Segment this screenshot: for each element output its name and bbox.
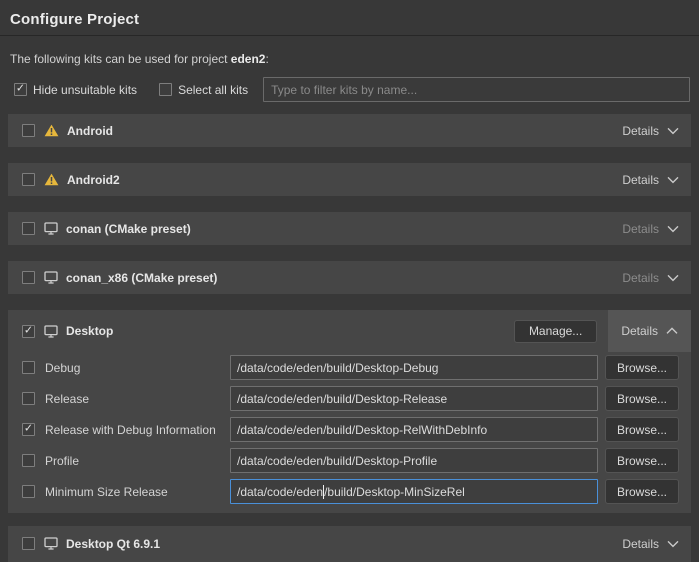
chevron-down-icon — [667, 127, 679, 135]
kit-checkbox[interactable]: ✓ — [22, 537, 35, 550]
kit-filter-input[interactable] — [263, 77, 690, 102]
checkmark-icon: ✓ — [16, 84, 25, 95]
details-toggle[interactable]: Details — [622, 124, 679, 138]
checkbox-icon[interactable]: ✓ — [159, 83, 172, 96]
config-row-minsizerel: ✓ Minimum Size Release /data/code/eden/b… — [8, 476, 691, 507]
details-toggle[interactable]: Details — [622, 271, 679, 285]
details-toggle[interactable]: Details — [608, 310, 691, 352]
config-checkbox[interactable]: ✓ — [22, 485, 35, 498]
kit-row-desktop: ✓ Desktop Manage... Details ✓ Debug Brow… — [8, 310, 691, 513]
browse-button[interactable]: Browse... — [605, 479, 679, 504]
kit-name: Android2 — [67, 173, 120, 187]
kit-checkbox[interactable]: ✓ — [22, 124, 35, 137]
chevron-down-icon — [667, 225, 679, 233]
warning-triangle-icon — [44, 124, 59, 137]
relwithdebinfo-path-input[interactable] — [230, 417, 598, 442]
minsizerel-path-input[interactable]: /data/code/eden/build/Desktop-MinSizeRel — [230, 479, 598, 504]
page-title: Configure Project — [0, 0, 699, 28]
config-row-release: ✓ Release Browse... — [8, 383, 691, 414]
filter-row: ✓ Hide unsuitable kits ✓ Select all kits — [0, 66, 699, 102]
browse-button[interactable]: Browse... — [605, 355, 679, 380]
kit-row-desktop-qt: ✓ Desktop Qt 6.9.1 Details — [8, 526, 691, 561]
config-checkbox[interactable]: ✓ — [22, 423, 35, 436]
kit-checkbox[interactable]: ✓ — [22, 222, 35, 235]
config-checkbox[interactable]: ✓ — [22, 361, 35, 374]
chevron-down-icon — [667, 176, 679, 184]
config-label: Release with Debug Information — [45, 423, 230, 437]
kit-name: Android — [67, 124, 113, 138]
config-label: Profile — [45, 454, 230, 468]
chevron-down-icon — [667, 540, 679, 548]
kit-name: Desktop — [66, 324, 113, 338]
kit-row-android: ✓ Android Details — [8, 114, 691, 147]
kit-checkbox[interactable]: ✓ — [22, 325, 35, 338]
kit-name: conan (CMake preset) — [66, 222, 191, 236]
config-checkbox[interactable]: ✓ — [22, 392, 35, 405]
select-all-kits-label: Select all kits — [178, 83, 248, 97]
debug-path-input[interactable] — [230, 355, 598, 380]
kit-checkbox[interactable]: ✓ — [22, 271, 35, 284]
details-toggle[interactable]: Details — [622, 222, 679, 236]
hide-unsuitable-kits-label: Hide unsuitable kits — [33, 83, 137, 97]
desktop-monitor-icon — [44, 325, 58, 338]
chevron-down-icon — [667, 274, 679, 282]
kits-description: The following kits can be used for proje… — [0, 36, 699, 66]
kit-list: ✓ Android Details ✓ Android2 — [0, 102, 699, 561]
profile-path-input[interactable] — [230, 448, 598, 473]
browse-button[interactable]: Browse... — [605, 386, 679, 411]
project-name: eden2 — [231, 52, 266, 66]
desktop-monitor-icon — [44, 222, 58, 235]
configure-project-page: Configure Project The following kits can… — [0, 0, 699, 562]
kit-checkbox[interactable]: ✓ — [22, 173, 35, 186]
kit-name: Desktop Qt 6.9.1 — [66, 537, 160, 551]
desktop-monitor-icon — [44, 271, 58, 284]
browse-button[interactable]: Browse... — [605, 448, 679, 473]
hide-unsuitable-kits-checkbox[interactable]: ✓ Hide unsuitable kits — [14, 83, 137, 97]
config-label: Release — [45, 392, 230, 406]
kit-row-conan-x86: ✓ conan_x86 (CMake preset) Details — [8, 261, 691, 294]
manage-kits-button[interactable]: Manage... — [514, 320, 597, 343]
config-label: Minimum Size Release — [45, 485, 230, 499]
kit-row-conan: ✓ conan (CMake preset) Details — [8, 212, 691, 245]
desktop-monitor-icon — [44, 537, 58, 550]
checkbox-icon[interactable]: ✓ — [14, 83, 27, 96]
select-all-kits-checkbox[interactable]: ✓ Select all kits — [159, 83, 248, 97]
details-toggle[interactable]: Details — [622, 173, 679, 187]
config-checkbox[interactable]: ✓ — [22, 454, 35, 467]
config-label: Debug — [45, 361, 230, 375]
config-row-relwithdebinfo: ✓ Release with Debug Information Browse.… — [8, 414, 691, 445]
kit-row-android2: ✓ Android2 Details — [8, 163, 691, 196]
config-row-debug: ✓ Debug Browse... — [8, 352, 691, 383]
browse-button[interactable]: Browse... — [605, 417, 679, 442]
warning-triangle-icon — [44, 173, 59, 186]
release-path-input[interactable] — [230, 386, 598, 411]
config-row-profile: ✓ Profile Browse... — [8, 445, 691, 476]
kit-name: conan_x86 (CMake preset) — [66, 271, 217, 285]
details-toggle[interactable]: Details — [622, 537, 679, 551]
chevron-up-icon — [666, 327, 678, 335]
